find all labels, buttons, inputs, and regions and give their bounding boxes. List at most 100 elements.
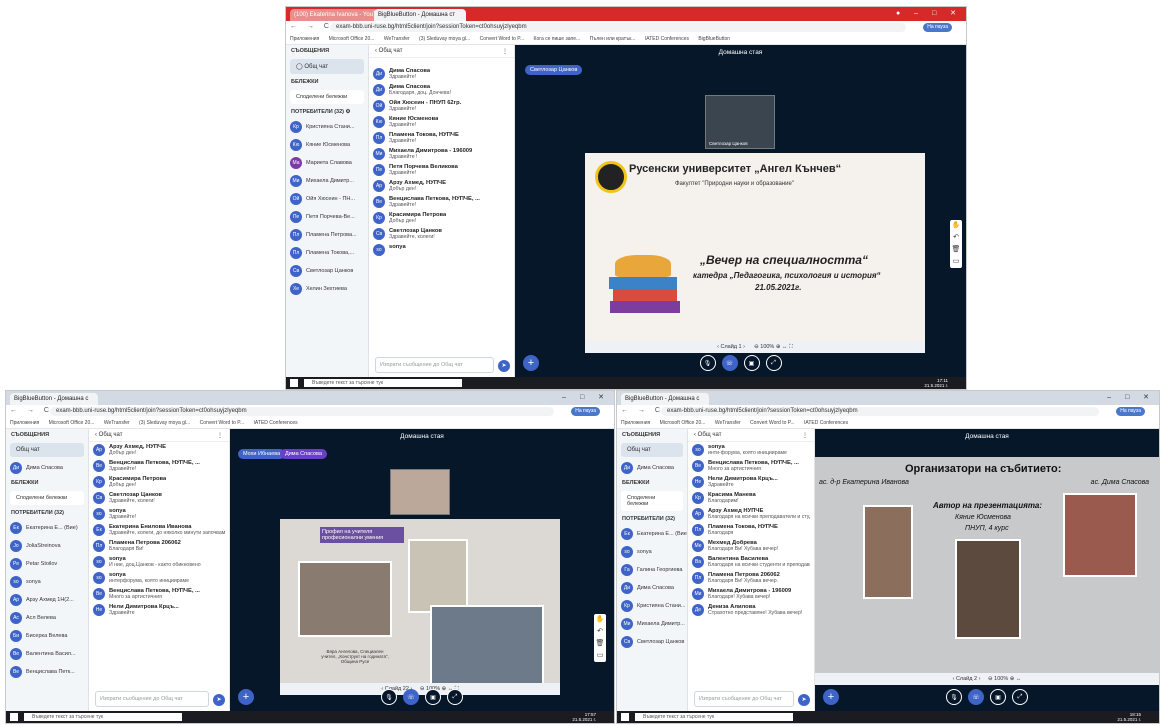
user-item[interactable]: Ми Михаела Димитр... (286, 172, 368, 190)
webcam-tile[interactable] (390, 469, 450, 515)
bookmark-youtube[interactable]: (3) Sleduvay moya gl... (139, 420, 190, 426)
start-icon[interactable] (290, 379, 298, 387)
private-chat-item[interactable]: Ди Дима Спасова (617, 459, 687, 477)
user-item[interactable]: Св Светлозар Цанков (617, 633, 687, 651)
user-item[interactable]: Би Бисерка Велева (6, 627, 88, 645)
shared-notes-item[interactable]: Споделени бележки (621, 491, 683, 511)
tab-bigbluebutton[interactable]: BigBlueButton - Домашна ст (374, 9, 466, 21)
bookmark-palen[interactable]: Пълен или кратък... (590, 36, 636, 42)
bookmark-wetransfer[interactable]: WeTransfer (715, 420, 741, 426)
window-controls[interactable]: – □ ✕ (1107, 393, 1155, 401)
url-field[interactable]: exam-bbb.uni-ruse.bg/html5client/join?se… (330, 23, 906, 32)
webcam-tile[interactable]: Светлозар Цанков (705, 95, 775, 149)
nav-buttons[interactable]: ← → C (290, 23, 333, 30)
bookmark-bbb[interactable]: BigBlueButton (698, 36, 730, 42)
user-item[interactable]: Pe Petar Stoilov (6, 555, 88, 573)
bookmark-youtube[interactable]: (3) Sleduvay moya gl... (419, 36, 470, 42)
profile-button[interactable]: На пауза (1116, 407, 1145, 416)
public-chat-item[interactable]: Общ чат (10, 443, 84, 457)
url-field[interactable]: exam-bbb.uni-ruse.bg/html5client/join?se… (50, 407, 554, 416)
shared-notes-item[interactable]: Споделени бележки (290, 90, 364, 104)
user-item[interactable]: Ек Екатерина Е... (Вие) (617, 525, 687, 543)
public-chat-item[interactable]: ◯ Общ чат (290, 59, 364, 74)
bookmark-office[interactable]: Microsoft Office 20... (329, 36, 375, 42)
bookmark-office[interactable]: Microsoft Office 20... (660, 420, 706, 426)
public-chat-item[interactable]: Общ чат (621, 443, 683, 457)
user-item[interactable]: Пл Пламена Токова,... (286, 244, 368, 262)
user-item[interactable]: Jo JoliaStreinova (6, 537, 88, 555)
mic-button[interactable]: 🎙 (699, 355, 716, 371)
send-button[interactable]: ➤ (498, 360, 510, 372)
window-controls[interactable]: ● – □ ✕ (896, 9, 962, 17)
bookmark-iated[interactable]: IATED Conferences (254, 420, 298, 426)
private-chat-item[interactable]: Ди Дима Спасова (6, 459, 88, 477)
phone-button[interactable]: ☏ (721, 355, 738, 371)
phone-button[interactable]: ☏ (403, 689, 419, 705)
bookmark-office[interactable]: Microsoft Office 20... (49, 420, 95, 426)
taskbar-search[interactable]: Въведете текст за търсене тук (24, 713, 182, 721)
tab-youtube[interactable]: (100) Ekaterina Ivanova - YouTube (290, 9, 378, 21)
slide-toolbar[interactable]: ‹ Слайд 1 › ⊖ 100% ⊕ ↔ ⛶ (585, 341, 925, 353)
user-item[interactable]: Ди Дима Спасова (617, 579, 687, 597)
user-item[interactable]: Ас Асл Велева (6, 609, 88, 627)
user-item[interactable]: Га Галина Георгиева (617, 561, 687, 579)
user-item[interactable]: Ве Валентина Васил... (6, 645, 88, 663)
actions-plus-button[interactable]: + (823, 689, 839, 705)
user-item[interactable]: Пл Пламена Петрова... (286, 226, 368, 244)
actions-plus-button[interactable]: + (238, 689, 254, 705)
chat-header[interactable]: ‹ Общ чат ⋮ (369, 45, 514, 58)
screenshare-button[interactable]: ⤢ (447, 689, 463, 705)
bookmark-wetransfer[interactable]: WeTransfer (384, 36, 410, 42)
camera-button[interactable]: ▣ (990, 689, 1006, 705)
slide-toolbar[interactable]: ‹ Слайд 2 › ⊖ 100% ⊕ ↔ (815, 673, 1159, 685)
user-item[interactable]: Хе Хелин Зехтиева (286, 280, 368, 298)
presenter-pill[interactable]: Светлозар Цанков (525, 65, 583, 75)
bookmark-apps[interactable]: Приложения (10, 420, 39, 426)
window-controls[interactable]: – □ ✕ (562, 393, 610, 401)
chat-header[interactable]: ‹ Общ чат ⋮ (89, 429, 229, 442)
start-icon[interactable] (10, 713, 18, 721)
phone-button[interactable]: ☏ (968, 689, 984, 705)
user-item[interactable]: Кр Кристияна Стани... (286, 118, 368, 136)
annotation-tools[interactable]: ✋ ↶ 🗑 ▭ (594, 614, 606, 662)
mic-button[interactable]: 🎙 (946, 689, 962, 705)
bookmark-apps[interactable]: Приложения (290, 36, 319, 42)
gear-icon[interactable]: ⚙ (346, 109, 351, 115)
screenshare-button[interactable]: ⤢ (1012, 689, 1028, 705)
mic-button[interactable]: 🎙 (381, 689, 397, 705)
bookmark-convert[interactable]: Convert Word to P... (750, 420, 795, 426)
user-pill-2[interactable]: Дима Спасова (280, 449, 327, 459)
chat-input[interactable]: Изпрати съобщение до Общ чат (694, 691, 794, 707)
taskbar-search[interactable]: Въведете текст за търсене тук (635, 713, 793, 721)
user-item[interactable]: so sonya (617, 543, 687, 561)
user-item[interactable]: so sonya (6, 573, 88, 591)
user-item[interactable]: Кр Кристияна Стани... (617, 597, 687, 615)
tab-bigbluebutton[interactable]: BigBlueButton - Домашна с (10, 393, 98, 405)
start-icon[interactable] (621, 713, 629, 721)
camera-button[interactable]: ▣ (743, 355, 760, 371)
user-item[interactable]: Ек Екатерина Е... (Вие) (6, 519, 88, 537)
bookmark-iated[interactable]: IATED Conferences (645, 36, 689, 42)
user-item[interactable]: Ми Михаела Димитр... (617, 615, 687, 633)
user-item[interactable]: Ве Венцислава Петк... (6, 663, 88, 681)
bookmark-convert[interactable]: Convert Word to P... (200, 420, 245, 426)
shared-notes-item[interactable]: Споделени бележки (10, 491, 84, 505)
bookmark-convert[interactable]: Convert Word to P... (480, 36, 525, 42)
user-pill-1[interactable]: Мохи Ибнаева (238, 449, 286, 459)
taskbar-search[interactable]: Въведете текст за търсене тук (304, 379, 462, 387)
user-item[interactable]: Пе Петя Порчева-Ве... (286, 208, 368, 226)
profile-button[interactable]: На пауза (923, 23, 952, 32)
user-item[interactable]: Св Светлозар Цанков (286, 262, 368, 280)
profile-button[interactable]: На пауза (571, 407, 600, 416)
screenshare-button[interactable]: ⤢ (765, 355, 782, 371)
bookmark-wetransfer[interactable]: WeTransfer (104, 420, 130, 426)
actions-plus-button[interactable]: + (523, 355, 539, 371)
user-item[interactable]: Ар Арзу Ахмед 1Н(2... (6, 591, 88, 609)
chat-input[interactable]: Изпрати съобщение до Общ чат (375, 357, 494, 373)
tab-bigbluebutton[interactable]: BigBlueButton - Домашна с (621, 393, 709, 405)
bookmark-kога[interactable]: Кога се пише запе... (534, 36, 581, 42)
send-button[interactable]: ➤ (798, 694, 810, 706)
user-item[interactable]: Ой Ойя Хюсеин - ПН... (286, 190, 368, 208)
user-item[interactable]: Кю Кяние Юсменова (286, 136, 368, 154)
nav-buttons[interactable]: ← → C (10, 407, 53, 414)
